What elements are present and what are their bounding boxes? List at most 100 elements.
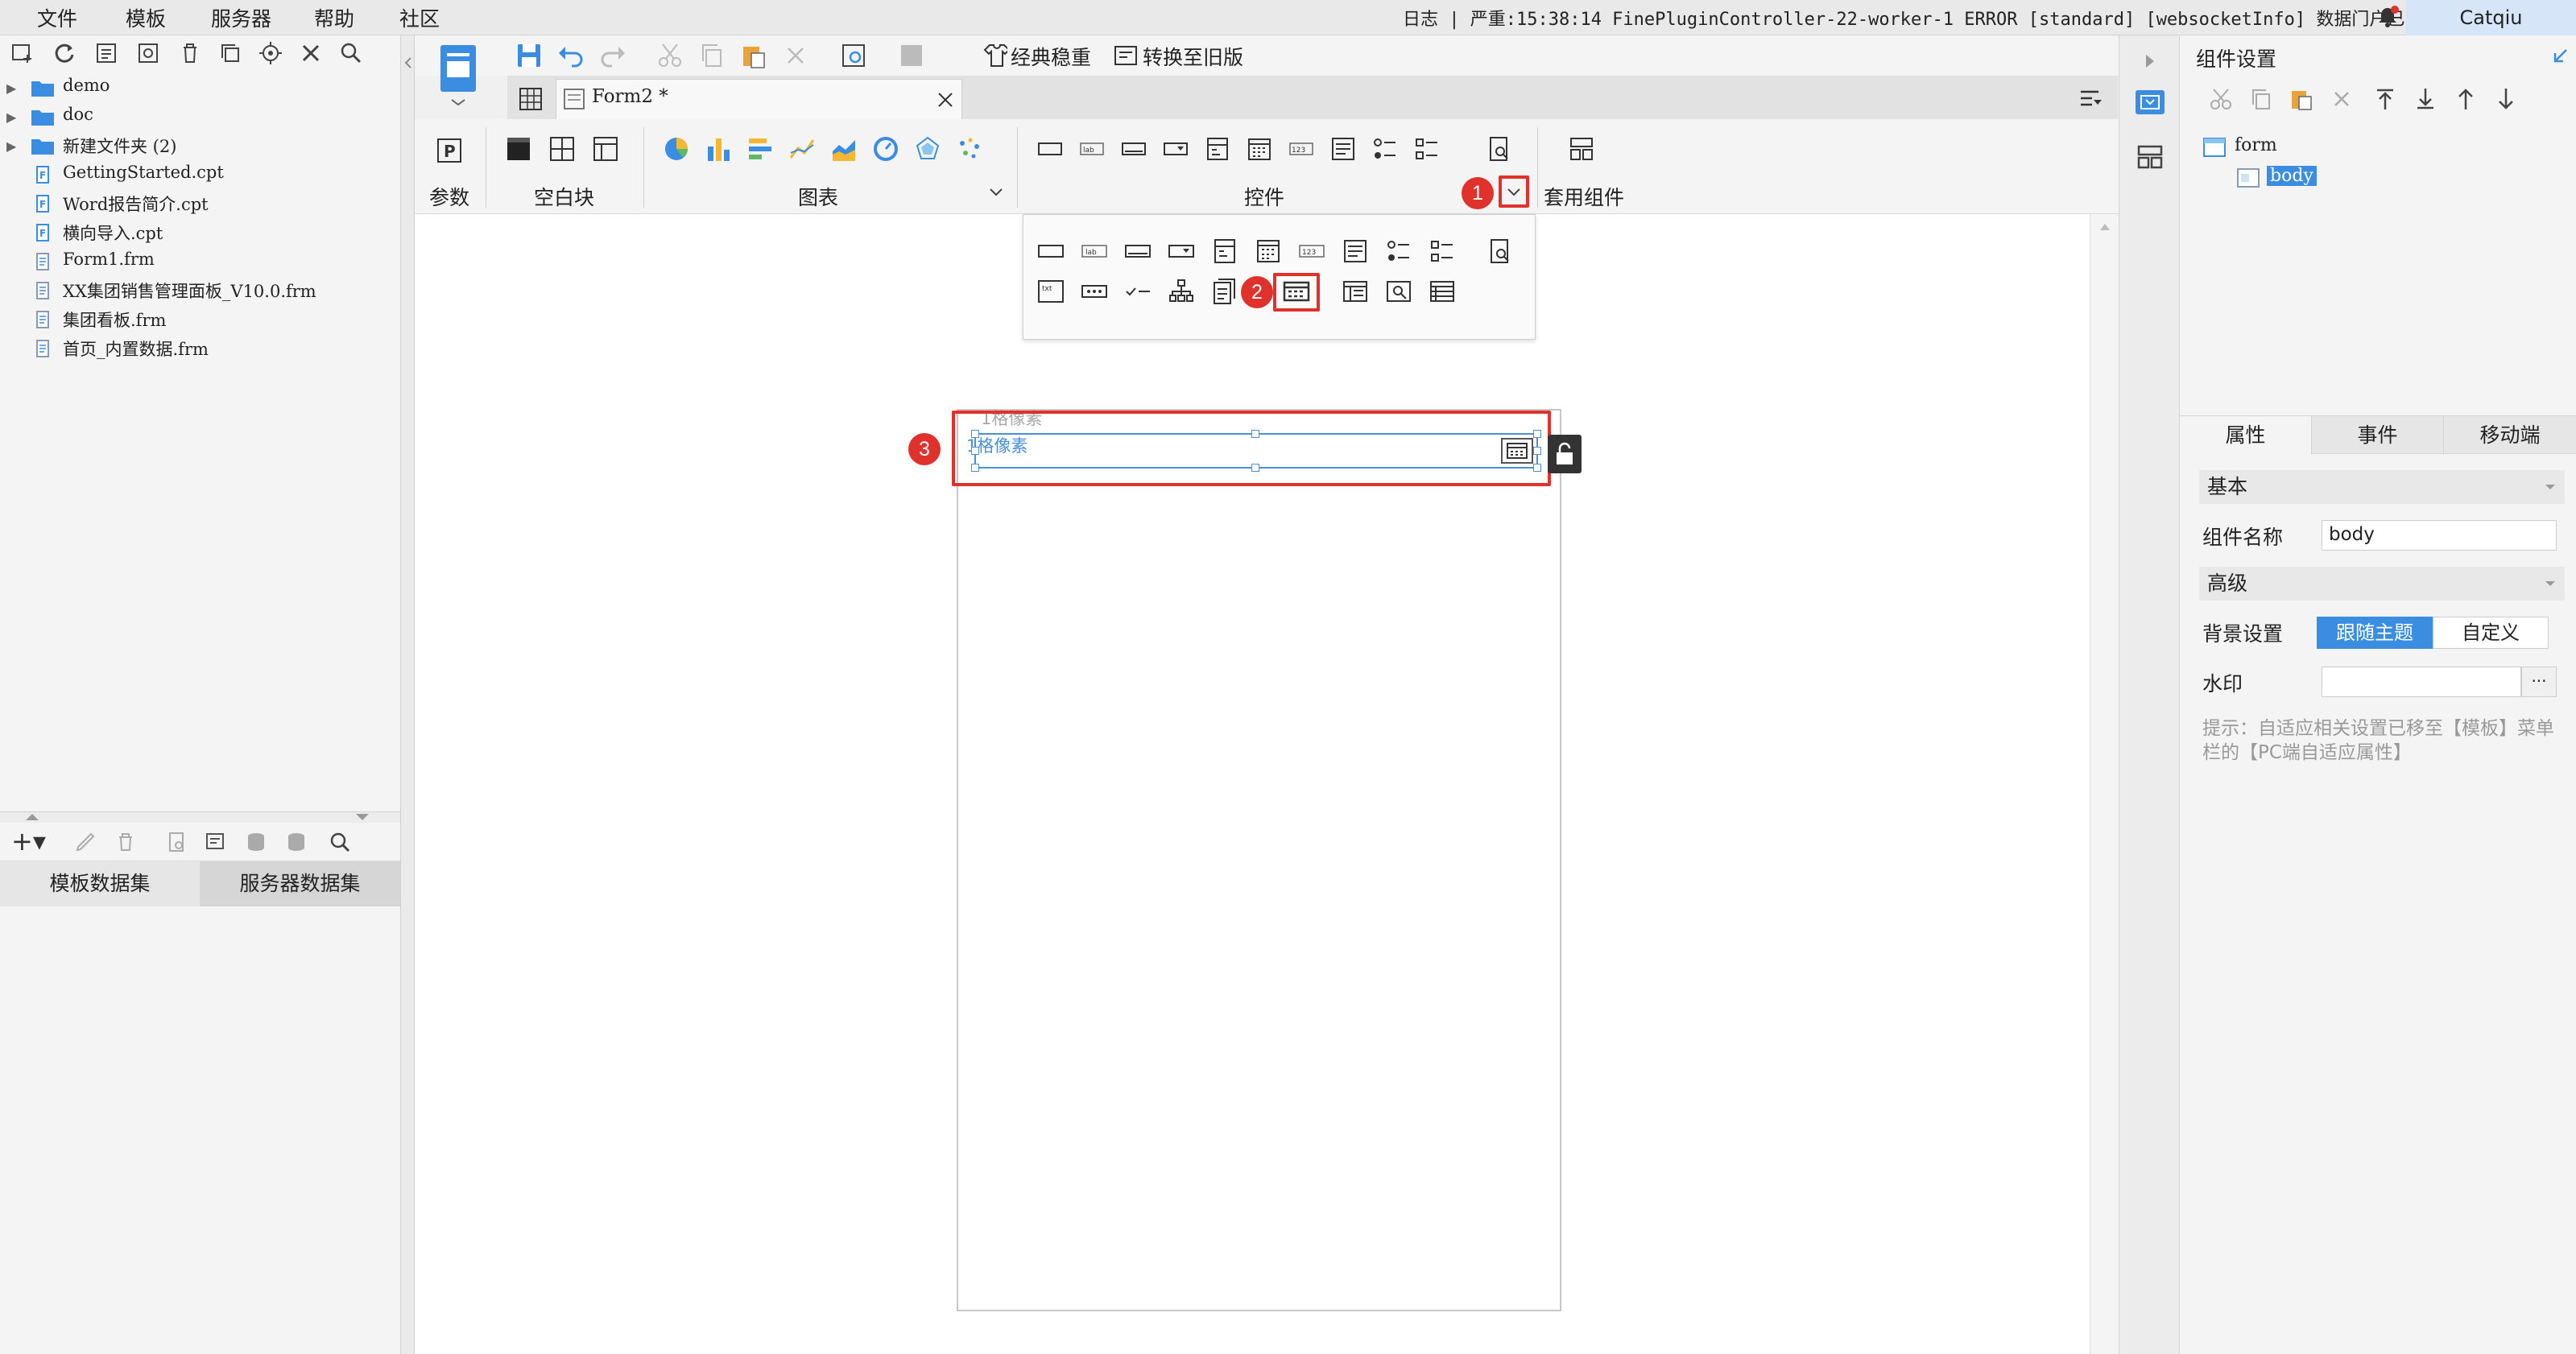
checkbox-group-widget-icon[interactable]: [1413, 135, 1441, 163]
watermark-input[interactable]: [2322, 667, 2521, 697]
save-icon[interactable]: [515, 42, 543, 69]
search-widget-icon[interactable]: [1384, 278, 1413, 305]
textarea-widget-icon[interactable]: [1341, 237, 1370, 265]
custom-background-button[interactable]: 自定义: [2433, 617, 2549, 649]
bar-chart-icon[interactable]: [705, 135, 732, 163]
menu-server[interactable]: 服务器: [211, 3, 271, 32]
preview-icon[interactable]: [840, 42, 867, 69]
delete-toolbar-icon[interactable]: [782, 42, 809, 69]
tab-template-dataset[interactable]: 模板数据集: [0, 861, 200, 906]
tab-events[interactable]: 事件: [2312, 416, 2444, 455]
tab-properties[interactable]: 属性: [2180, 416, 2312, 455]
splitter-up-icon[interactable]: [24, 812, 40, 822]
menu-file[interactable]: 文件: [37, 3, 77, 32]
copy-icon[interactable]: [217, 40, 243, 66]
file-upload-widget-icon[interactable]: [1210, 278, 1239, 305]
section-advanced[interactable]: 高级: [2199, 567, 2565, 601]
grid-view-icon[interactable]: [519, 87, 543, 111]
delete-dataset-icon[interactable]: [114, 831, 137, 853]
label-widget-icon[interactable]: lab: [1078, 135, 1106, 163]
notification-bell-icon[interactable]: [2375, 5, 2400, 29]
classic-theme-label[interactable]: 经典稳重: [1011, 42, 1091, 71]
expand-arrow-icon[interactable]: ▶: [6, 138, 16, 154]
table-view-widget-icon[interactable]: [1428, 278, 1457, 305]
number-widget-icon[interactable]: 123: [1297, 239, 1326, 263]
tab-block-icon[interactable]: [592, 135, 619, 163]
dropdown-tree-widget-icon[interactable]: [1210, 237, 1239, 265]
switch-version-icon[interactable]: [1112, 42, 1139, 69]
edit-icon[interactable]: [74, 831, 97, 853]
theme-shirt-icon[interactable]: [983, 42, 1007, 69]
search-dataset-icon[interactable]: [329, 831, 351, 853]
date-widget-icon[interactable]: [1254, 237, 1283, 265]
document-tab[interactable]: Form2 *: [556, 79, 962, 119]
search-icon[interactable]: [338, 40, 364, 66]
database-icon[interactable]: [245, 831, 267, 853]
textarea-widget-icon[interactable]: [1329, 135, 1357, 163]
tree-widget-icon[interactable]: [1167, 278, 1196, 305]
tree-item-demo[interactable]: ▶ demo: [0, 74, 400, 101]
database-query-icon[interactable]: [285, 831, 308, 853]
area-chart-icon[interactable]: [830, 135, 858, 163]
new-folder-icon[interactable]: [10, 40, 35, 66]
tree-item-file[interactable]: 集团看板.frm: [0, 306, 400, 333]
gauge-chart-icon[interactable]: [872, 135, 899, 163]
expand-right-icon[interactable]: [2142, 53, 2158, 69]
move-up-icon[interactable]: [2454, 87, 2478, 111]
expand-widgets-chevron-icon[interactable]: [1506, 187, 1522, 198]
add-dataset-icon[interactable]: +▾: [11, 826, 46, 857]
tree-item-file[interactable]: Form1.frm: [0, 248, 400, 275]
log-status-text[interactable]: 日志 | 严重:15:38:14 FinePluginController-22…: [1403, 5, 2437, 31]
tree-item-file[interactable]: F Word报告简介.cpt: [0, 190, 400, 217]
tree-item-file[interactable]: 首页_内置数据.frm: [0, 335, 400, 362]
menu-help[interactable]: 帮助: [314, 3, 354, 32]
follow-theme-button[interactable]: 跟随主题: [2317, 617, 2433, 649]
copy-component-icon[interactable]: [2249, 87, 2273, 111]
button-widget-icon[interactable]: [1123, 239, 1152, 263]
scatter-chart-icon[interactable]: [956, 135, 983, 163]
collapse-all-icon[interactable]: [298, 40, 324, 66]
dropdown-widget-icon[interactable]: [1162, 135, 1189, 163]
canvas-vertical-scrollbar[interactable]: [2090, 214, 2119, 1354]
split-block-icon[interactable]: [548, 135, 576, 163]
settings-file-icon[interactable]: [135, 40, 161, 66]
component-tree-body[interactable]: body: [2236, 164, 2478, 193]
redo-icon[interactable]: [599, 42, 626, 69]
copy-toolbar-icon[interactable]: [698, 42, 726, 69]
expand-arrow-icon[interactable]: ▶: [6, 80, 16, 96]
dropdown-widget-icon[interactable]: [1167, 239, 1196, 263]
move-top-icon[interactable]: [2373, 87, 2397, 111]
cut-icon[interactable]: [656, 42, 684, 69]
cut-component-icon[interactable]: [2209, 87, 2233, 111]
refresh-icon[interactable]: [52, 40, 77, 66]
pie-chart-icon[interactable]: [663, 135, 690, 163]
apply-component-icon[interactable]: [1568, 135, 1595, 163]
text-widget-icon[interactable]: txt: [1036, 278, 1065, 305]
splitter-down-icon[interactable]: [354, 812, 370, 822]
collapse-section-icon[interactable]: [2544, 580, 2557, 588]
horizontal-bar-chart-icon[interactable]: [746, 135, 774, 163]
textfield-widget-icon[interactable]: [1036, 239, 1065, 263]
checkbox-group-widget-icon[interactable]: [1428, 237, 1457, 265]
tree-item-doc[interactable]: ▶ doc: [0, 103, 400, 130]
dataset-params-icon[interactable]: [205, 831, 227, 853]
watermark-more-button[interactable]: ···: [2521, 667, 2557, 697]
component-settings-tab[interactable]: [2136, 90, 2165, 114]
tab-mobile[interactable]: 移动端: [2444, 416, 2576, 455]
date-range-widget-icon[interactable]: [1281, 278, 1312, 305]
undo-icon[interactable]: [557, 42, 585, 69]
locate-icon[interactable]: [258, 40, 283, 66]
component-name-input[interactable]: body: [2322, 520, 2557, 551]
query-button-widget-icon[interactable]: [1486, 135, 1513, 163]
collapse-left-icon[interactable]: [404, 56, 412, 69]
blank-block-icon[interactable]: [505, 135, 532, 163]
menu-community[interactable]: 社区: [399, 3, 440, 32]
scroll-up-icon[interactable]: [2098, 222, 2111, 232]
label-widget-icon[interactable]: lab: [1080, 239, 1109, 263]
paste-component-icon[interactable]: [2289, 87, 2313, 111]
list-view-widget-icon[interactable]: [1341, 278, 1370, 305]
expand-arrow-icon[interactable]: ▶: [6, 109, 16, 125]
query-button-widget-icon[interactable]: [1486, 237, 1515, 265]
checkbox-widget-icon[interactable]: [1123, 279, 1152, 303]
number-widget-icon[interactable]: 123: [1288, 135, 1315, 163]
